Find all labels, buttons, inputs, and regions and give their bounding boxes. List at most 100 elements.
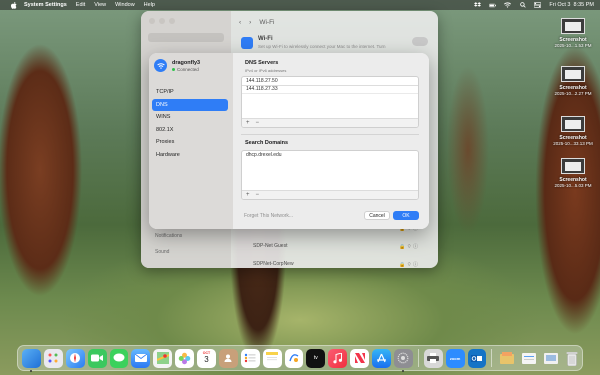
screenshot-thumbnail	[561, 66, 585, 82]
maps-icon[interactable]	[153, 348, 173, 368]
zoom-icon[interactable]: zoom	[445, 348, 465, 368]
freeform-icon[interactable]	[284, 348, 304, 368]
window-title: Wi-Fi	[259, 18, 275, 26]
tab-dns[interactable]: DNS	[152, 98, 228, 111]
menu-app-name[interactable]: System Settings	[24, 2, 67, 8]
desktop-file[interactable]: Screenshot 2025-10...5.03 PM	[548, 158, 598, 188]
screenshots-stack-icon[interactable]	[541, 349, 560, 368]
dock: OCT 3 tv zoom	[17, 345, 583, 372]
dialog-sidebar: dragonfly3 Connected TCP/IP DNS WINS 802…	[149, 53, 233, 229]
safari-icon[interactable]	[65, 348, 85, 368]
menu-bar: System Settings Edit View Window Help Fr…	[0, 0, 600, 10]
network-row[interactable]: SDPNet-CorpNew 🔒 ⌔ ⓘ	[253, 258, 418, 268]
minimize-button[interactable]	[159, 18, 165, 24]
dns-servers-title: DNS Servers	[245, 60, 279, 66]
close-button[interactable]	[149, 18, 155, 24]
outlook-icon[interactable]	[467, 348, 487, 368]
control-center-icon[interactable]	[534, 2, 542, 8]
photos-icon[interactable]	[175, 348, 194, 368]
tab-8021x[interactable]: 802.1X	[152, 124, 228, 136]
mail-icon[interactable]	[131, 348, 151, 368]
tab-wins[interactable]: WINS	[152, 111, 228, 123]
file-date: 2025-10...1.53 PM	[554, 43, 592, 48]
app-store-icon[interactable]	[372, 348, 391, 368]
tab-tcpip[interactable]: TCP/IP	[152, 86, 228, 98]
network-header: dragonfly3 Connected	[154, 59, 200, 72]
wifi-description: Set up Wi-Fi to wirelessly connect your …	[258, 44, 386, 49]
section-divider	[241, 134, 419, 135]
dns-servers-list: 144.118.27.50 144.118.27.33 + −	[241, 76, 419, 128]
trash-icon[interactable]	[563, 349, 582, 368]
screenshot-thumbnail	[561, 158, 585, 174]
sidebar-item-sound[interactable]: Sound	[155, 249, 169, 255]
status-dot-icon	[172, 67, 175, 71]
settings-search-field[interactable]	[148, 33, 224, 42]
menu-view[interactable]: View	[94, 2, 106, 8]
forward-arrow-icon[interactable]: ›	[249, 19, 251, 26]
screenshot-thumbnail	[561, 18, 585, 34]
menu-help[interactable]: Help	[144, 2, 155, 8]
network-name: SDP-Net Guest	[253, 243, 288, 249]
dns-pane: DNS Servers IPv4 or IPv6 addresses 144.1…	[233, 53, 429, 229]
desktop-file[interactable]: Screenshot 2025-10...2.27 PM	[548, 66, 598, 96]
menu-edit[interactable]: Edit	[76, 2, 85, 8]
file-date: 2025-10...5.03 PM	[554, 183, 592, 188]
apple-menu-icon[interactable]	[10, 1, 18, 9]
downloads-stack-icon[interactable]	[497, 349, 516, 368]
desktop-file[interactable]: Screenshot 2025-10...33.13 PM	[548, 116, 598, 146]
search-domains-list: dhcp.drexel.edu + −	[241, 150, 419, 200]
forget-network-button[interactable]: Forget This Network...	[244, 213, 293, 219]
reminders-icon[interactable]	[240, 348, 260, 368]
wifi-status-icon[interactable]	[504, 2, 512, 8]
dns-server-row[interactable]: 144.118.27.50	[242, 77, 418, 86]
system-settings-icon[interactable]	[393, 348, 413, 372]
tab-proxies[interactable]: Proxies	[152, 136, 228, 148]
menu-clock[interactable]: Fri Oct 3 8:35 PM	[549, 2, 594, 8]
printer-icon[interactable]	[423, 348, 443, 368]
dock-separator	[491, 349, 493, 367]
desktop-file[interactable]: Screenshot 2025-10...1.53 PM	[548, 18, 598, 48]
messages-icon[interactable]	[109, 348, 129, 368]
battery-icon[interactable]	[489, 2, 497, 8]
back-arrow-icon[interactable]: ‹	[239, 19, 241, 26]
wifi-label: Wi-Fi	[258, 36, 273, 42]
zoom-button[interactable]	[169, 18, 175, 24]
search-icon[interactable]	[519, 2, 526, 8]
dns-server-row[interactable]: 144.118.27.33	[242, 86, 418, 94]
file-date: 2025-10...33.13 PM	[553, 141, 593, 146]
dialog-tabs: TCP/IP DNS WINS 802.1X Proxies Hardware	[152, 86, 228, 161]
network-indicators: 🔒 ⌔ ⓘ	[399, 243, 418, 250]
apple-tv-label: tv	[313, 355, 318, 361]
file-date: 2025-10...2.27 PM	[554, 91, 592, 96]
dock-separator	[417, 349, 419, 367]
connection-status-label: Connected	[177, 66, 199, 72]
tab-hardware[interactable]: Hardware	[152, 149, 228, 161]
documents-stack-icon[interactable]	[519, 349, 538, 368]
add-dns-button[interactable]: +	[246, 120, 250, 126]
calendar-icon[interactable]: OCT 3	[197, 348, 216, 368]
contacts-icon[interactable]	[218, 348, 238, 368]
wifi-settings-icon	[241, 37, 253, 49]
music-icon[interactable]	[328, 348, 348, 368]
dropbox-icon[interactable]	[474, 2, 482, 8]
facetime-icon[interactable]	[87, 348, 107, 368]
apple-tv-icon[interactable]: tv	[306, 348, 326, 368]
search-domain-row[interactable]: dhcp.drexel.edu	[242, 151, 418, 160]
menu-window[interactable]: Window	[115, 2, 135, 8]
launchpad-icon[interactable]	[43, 348, 63, 368]
calendar-day: 3	[204, 354, 209, 364]
wifi-toggle[interactable]	[412, 37, 428, 46]
connection-status: Connected	[172, 67, 200, 72]
news-icon[interactable]	[350, 348, 369, 368]
wifi-icon	[154, 59, 167, 72]
domains-list-footer: + −	[242, 190, 418, 199]
finder-icon[interactable]	[22, 348, 41, 372]
sidebar-item-notifications[interactable]: Notifications	[155, 233, 182, 239]
cancel-button[interactable]: Cancel	[364, 211, 390, 220]
network-row[interactable]: SDP-Net Guest 🔒 ⌔ ⓘ	[253, 240, 418, 252]
remove-domain-button[interactable]: −	[256, 192, 260, 198]
add-domain-button[interactable]: +	[246, 192, 250, 198]
ok-button[interactable]: OK	[393, 211, 419, 220]
notes-icon[interactable]	[262, 348, 282, 368]
remove-dns-button[interactable]: −	[256, 120, 260, 126]
